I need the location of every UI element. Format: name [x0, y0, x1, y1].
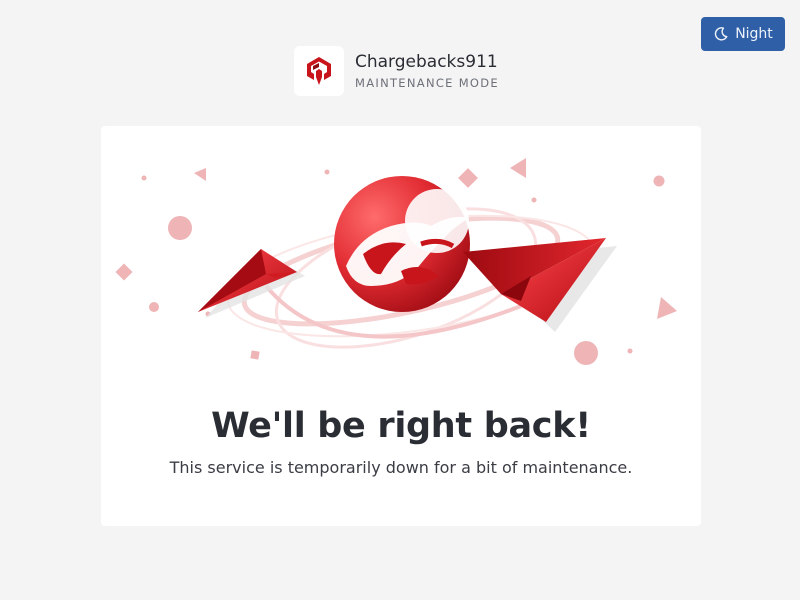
moon-icon — [713, 26, 729, 42]
headline: We'll be right back! — [211, 406, 591, 446]
night-mode-label: Night — [735, 26, 773, 42]
maintenance-illustration — [115, 158, 677, 365]
bull-emblem — [334, 176, 470, 312]
night-mode-button[interactable]: Night — [701, 17, 785, 51]
brand-name: Chargebacks911 — [355, 52, 498, 72]
maintenance-mode-label: MAINTENANCE MODE — [355, 76, 499, 90]
maintenance-card: We'll be right back! This service is tem… — [101, 126, 701, 526]
brand-header: Chargebacks911 MAINTENANCE MODE — [294, 46, 499, 96]
brand-logo — [294, 46, 344, 96]
maintenance-message: This service is temporarily down for a b… — [169, 458, 633, 477]
